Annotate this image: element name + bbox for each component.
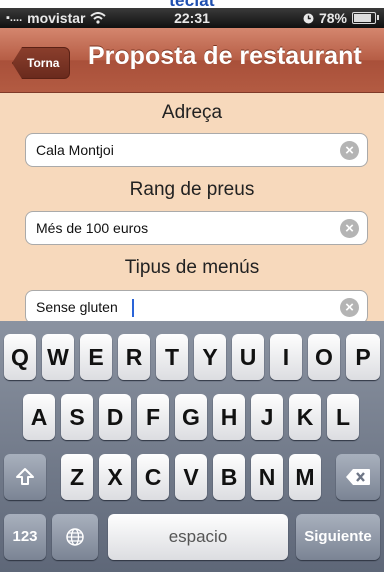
key-t[interactable]: T xyxy=(156,334,188,380)
status-right: 78% xyxy=(303,10,379,26)
key-i[interactable]: I xyxy=(270,334,302,380)
key-q[interactable]: Q xyxy=(4,334,36,380)
caption: teclat xyxy=(0,0,384,10)
key-b[interactable]: B xyxy=(213,454,245,500)
key-g[interactable]: G xyxy=(175,394,207,440)
page-title: Proposta de restaurant xyxy=(88,42,362,70)
key-k[interactable]: K xyxy=(289,394,321,440)
key-r[interactable]: R xyxy=(118,334,150,380)
globe-key[interactable] xyxy=(52,514,98,560)
battery-icon xyxy=(352,12,379,24)
alarm-icon xyxy=(303,13,314,23)
key-n[interactable]: N xyxy=(251,454,283,500)
next-key[interactable]: Siguiente xyxy=(296,514,380,560)
shift-key[interactable] xyxy=(4,454,46,500)
key-y[interactable]: Y xyxy=(194,334,226,380)
text-cursor xyxy=(132,299,134,317)
menu-type-input[interactable] xyxy=(36,299,336,315)
clear-icon[interactable]: × xyxy=(340,141,359,160)
form-area: Adreça × Rang de preus × Tipus de menús … xyxy=(0,93,384,324)
address-field[interactable]: × xyxy=(25,133,368,167)
key-d[interactable]: D xyxy=(99,394,131,440)
key-u[interactable]: U xyxy=(232,334,264,380)
price-range-field[interactable]: × xyxy=(25,211,368,245)
key-x[interactable]: X xyxy=(99,454,131,500)
space-key[interactable]: espacio xyxy=(108,514,288,560)
back-button[interactable]: Torna xyxy=(12,47,71,79)
key-l[interactable]: L xyxy=(327,394,359,440)
price-range-label: Rang de preus xyxy=(129,179,255,200)
navigation-bar: Torna Proposta de restaurant xyxy=(0,28,384,93)
key-h[interactable]: H xyxy=(213,394,245,440)
key-e[interactable]: E xyxy=(80,334,112,380)
keyboard: Q W E R T Y U I O P A S D F G H J K L Z … xyxy=(0,321,384,572)
key-m[interactable]: M xyxy=(289,454,321,500)
key-c[interactable]: C xyxy=(137,454,169,500)
key-j[interactable]: J xyxy=(251,394,283,440)
shift-icon xyxy=(16,468,34,485)
key-o[interactable]: O xyxy=(308,334,340,380)
battery-percent: 78% xyxy=(318,10,347,26)
status-bar: ▪.... movistar 22:31 78% xyxy=(0,8,384,28)
key-s[interactable]: S xyxy=(61,394,93,440)
key-v[interactable]: V xyxy=(175,454,207,500)
backspace-icon xyxy=(346,469,370,485)
key-z[interactable]: Z xyxy=(61,454,93,500)
address-input[interactable] xyxy=(36,142,336,158)
address-label: Adreça xyxy=(161,102,223,123)
key-w[interactable]: W xyxy=(42,334,74,380)
key-p[interactable]: P xyxy=(346,334,380,380)
price-range-input[interactable] xyxy=(36,220,336,236)
numbers-key[interactable]: 123 xyxy=(4,514,46,560)
clear-icon[interactable]: × xyxy=(340,298,359,317)
menu-type-field[interactable]: × xyxy=(25,290,368,324)
backspace-key[interactable] xyxy=(336,454,380,500)
menu-type-label: Tipus de menús xyxy=(124,257,260,278)
globe-icon xyxy=(66,528,84,546)
clear-icon[interactable]: × xyxy=(340,219,359,238)
key-f[interactable]: F xyxy=(137,394,169,440)
key-a[interactable]: A xyxy=(23,394,55,440)
